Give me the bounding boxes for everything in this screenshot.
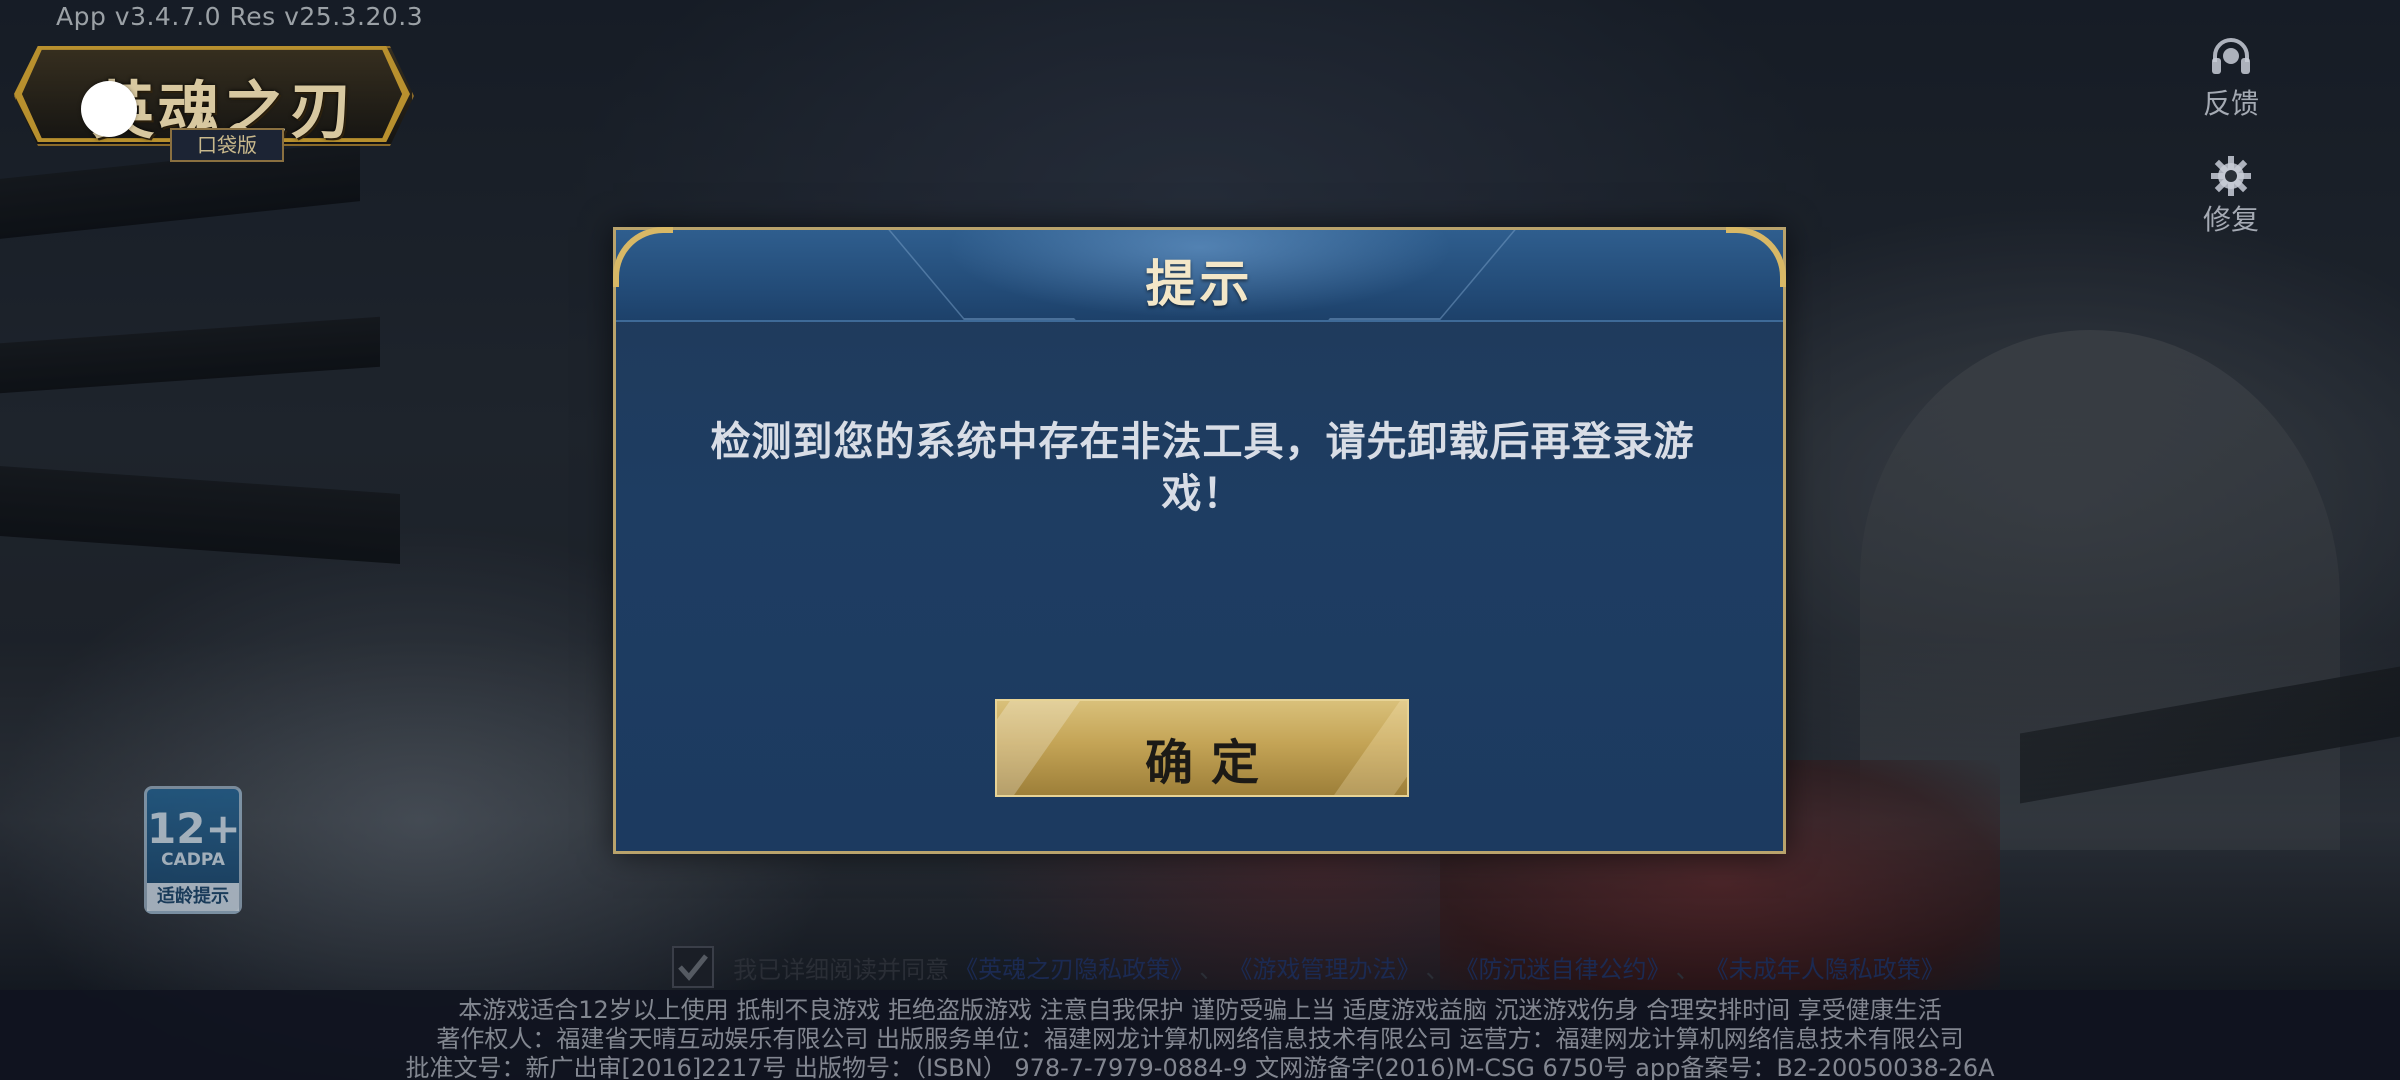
repair-button[interactable]: 修复: [2196, 154, 2266, 238]
version-info: App v3.4.7.0 Res v25.3.20.3: [56, 2, 424, 31]
agreement-prefix: 我已详细阅读并同意: [733, 955, 950, 984]
feedback-button[interactable]: 反馈: [2196, 36, 2266, 122]
alert-dialog: 提示 检测到您的系统中存在非法工具，请先卸载后再登录游戏！ 确定: [613, 227, 1786, 854]
agreement-separator: 、: [1199, 955, 1224, 984]
dialog-header: 提示: [616, 230, 1783, 322]
age-rating-tip: 适龄提示: [147, 883, 239, 911]
game-rules-link[interactable]: 《游戏管理办法》: [1228, 956, 1420, 984]
agreement-separator: 、: [1425, 955, 1450, 984]
age-rating-badge[interactable]: 12+ CADPA 适龄提示: [144, 786, 242, 914]
headset-icon: [2212, 38, 2250, 74]
dialog-title: 提示: [1145, 255, 1254, 313]
age-rating-number: 12+: [147, 804, 241, 853]
gear-icon: [2211, 156, 2251, 196]
confirm-button-label: 确定: [1144, 735, 1277, 791]
feedback-label: 反馈: [2202, 87, 2259, 120]
game-logo: 英魂之刃 口袋版: [14, 36, 414, 162]
game-login-screen: App v3.4.7.0 Res v25.3.20.3 英魂之刃 口袋版 反馈: [0, 0, 2400, 1080]
agreement-checkbox[interactable]: [672, 946, 714, 988]
minor-privacy-link[interactable]: 《未成年人隐私政策》: [1705, 956, 1945, 984]
checkmark-icon: [678, 954, 708, 981]
privacy-policy-link[interactable]: 《英魂之刃隐私政策》: [954, 956, 1194, 984]
logo-subtitle: 口袋版: [170, 128, 284, 162]
agreement-separator: 、: [1675, 955, 1700, 984]
dialog-message: 检测到您的系统中存在非法工具，请先卸载后再登录游戏！: [710, 419, 1695, 517]
assistive-touch-button[interactable]: [81, 81, 137, 137]
age-rating-org: CADPA: [161, 850, 225, 870]
repair-label: 修复: [2202, 203, 2259, 236]
agreement-row: 我已详细阅读并同意 《英魂之刃隐私政策》 、 《游戏管理办法》 、 《防沉迷自律…: [672, 946, 1945, 988]
license-info: 批准文号：新广出审[2016]2217号 出版物号：（ISBN） 978-7-7…: [405, 1054, 1995, 1080]
confirm-button[interactable]: 确定: [995, 699, 1409, 797]
anti-addiction-link[interactable]: 《防沉迷自律公约》: [1455, 956, 1671, 984]
